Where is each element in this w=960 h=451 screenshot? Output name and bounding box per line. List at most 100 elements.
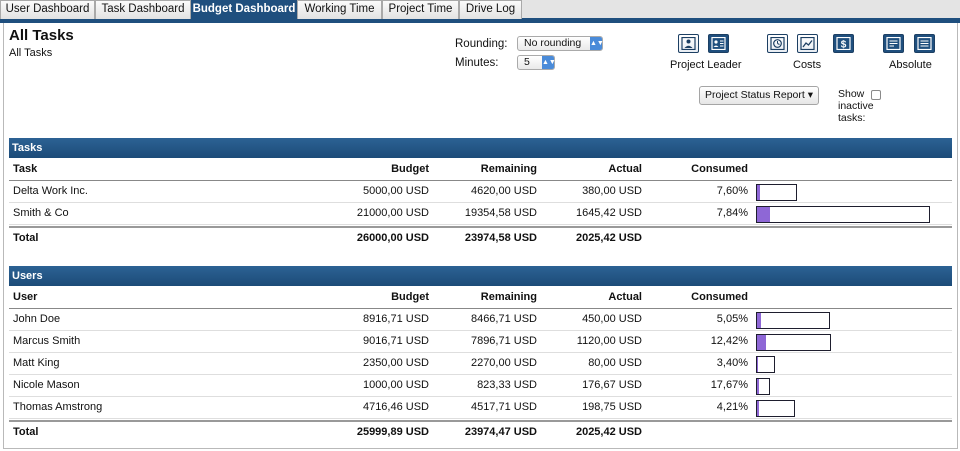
user-name: Nicole Mason [13, 379, 80, 391]
person-icon [681, 37, 696, 50]
users-header-row: User Budget Remaining Actual Consumed [9, 287, 952, 309]
consumed-progress-fill [757, 207, 770, 222]
page-title: All Tasks [9, 27, 74, 44]
tab-project-time[interactable]: Project Time [382, 0, 459, 19]
tasks-total-row: Total 26000,00 USD 23974,58 USD 2025,42 … [9, 226, 952, 248]
show-inactive-label: Show [838, 88, 865, 100]
table-row[interactable]: Matt King 2350,00 USD 2270,00 USD 80,00 … [9, 353, 952, 375]
user-name: John Doe [13, 313, 61, 325]
task-consumed: 7,84% [716, 207, 748, 219]
consumed-progress-bar [756, 378, 770, 395]
consumed-progress-bar [756, 184, 797, 201]
table-row[interactable]: Smith & Co 21000,00 USD 19354,58 USD 164… [9, 203, 952, 225]
col-actual-header: Actual [608, 163, 642, 175]
user-name: Thomas Amstrong [13, 401, 103, 413]
task-actual: 1645,42 USD [575, 207, 642, 219]
user-remaining: 4517,71 USD [470, 401, 537, 413]
select-arrows-icon: ▲▼ [542, 56, 556, 69]
user-consumed: 12,42% [710, 335, 748, 347]
col-budget-header: Budget [391, 291, 429, 303]
list-icon [917, 37, 932, 50]
rounding-select[interactable]: No rounding ▲▼ [517, 36, 604, 51]
users-section-header: Users [9, 266, 952, 286]
user-remaining: 7896,71 USD [470, 335, 537, 347]
col-remaining-header: Remaining [480, 163, 537, 175]
project-status-report-button[interactable]: Project Status Report ▾ [699, 86, 819, 105]
person-view-button[interactable] [678, 34, 699, 53]
user-consumed: 3,40% [716, 357, 748, 369]
consumed-progress-bar [756, 312, 830, 329]
show-inactive-checkbox[interactable] [871, 90, 881, 100]
consumed-progress-fill [757, 185, 760, 200]
time-view-button[interactable] [767, 34, 788, 53]
absolute-view-button[interactable] [883, 34, 904, 53]
user-consumed: 17,67% [710, 379, 748, 391]
table-row[interactable]: Thomas Amstrong 4716,46 USD 4517,71 USD … [9, 397, 952, 419]
task-budget: 21000,00 USD [356, 207, 429, 219]
user-remaining: 823,33 USD [477, 379, 537, 391]
document-icon [886, 37, 901, 50]
user-budget: 1000,00 USD [362, 379, 429, 391]
consumed-progress-bar [756, 206, 930, 223]
user-budget: 4716,46 USD [362, 401, 429, 413]
tasks-section-header: Tasks [9, 138, 952, 158]
table-row[interactable]: Delta Work Inc. 5000,00 USD 4620,00 USD … [9, 181, 952, 203]
col-user-header: User [13, 291, 38, 303]
consumed-progress-bar [756, 356, 775, 373]
consumed-progress-fill [757, 357, 758, 372]
contact-card-view-button[interactable] [708, 34, 729, 53]
user-remaining: 8466,71 USD [470, 313, 537, 325]
total-budget: 26000,00 USD [356, 232, 429, 244]
line-chart-icon [800, 37, 815, 50]
users-total-row: Total 25999,89 USD 23974,47 USD 2025,42 … [9, 420, 952, 442]
user-actual: 1120,00 USD [576, 335, 642, 347]
project-leader-label: Project Leader [670, 59, 742, 71]
svg-text:$: $ [841, 40, 847, 51]
tab-task-dashboard[interactable]: Task Dashboard [95, 0, 191, 19]
show-inactive-label-3: tasks: [838, 112, 866, 124]
user-name: Matt King [13, 357, 60, 369]
col-remaining-header: Remaining [480, 291, 537, 303]
absolute-label: Absolute [889, 59, 932, 71]
task-name: Delta Work Inc. [13, 185, 88, 197]
total-remaining: 23974,58 USD [464, 232, 537, 244]
user-consumed: 5,05% [716, 313, 748, 325]
user-actual: 198,75 USD [582, 401, 642, 413]
chart-view-button[interactable] [797, 34, 818, 53]
tab-working-time[interactable]: Working Time [297, 0, 382, 19]
consumed-progress-bar [756, 334, 831, 351]
task-name: Smith & Co [13, 207, 69, 219]
minutes-select-value: 5 [524, 56, 530, 68]
tab-drive-log[interactable]: Drive Log [459, 0, 522, 19]
total-label: Total [13, 426, 39, 438]
table-row[interactable]: Marcus Smith 9016,71 USD 7896,71 USD 112… [9, 331, 952, 353]
table-row[interactable]: John Doe 8916,71 USD 8466,71 USD 450,00 … [9, 309, 952, 331]
list-view-button[interactable] [914, 34, 935, 53]
col-consumed-header: Consumed [691, 163, 748, 175]
tab-user-dashboard[interactable]: User Dashboard [0, 0, 95, 19]
total-label: Total [13, 232, 39, 244]
tasks-header-row: Task Budget Remaining Actual Consumed [9, 159, 952, 181]
costs-label: Costs [793, 59, 822, 71]
user-budget: 2350,00 USD [362, 357, 429, 369]
tab-budget-dashboard[interactable]: Budget Dashboard [191, 0, 297, 19]
task-remaining: 19354,58 USD [464, 207, 537, 219]
minutes-select[interactable]: 5 ▲▼ [517, 55, 556, 70]
user-name: Marcus Smith [13, 335, 81, 347]
user-budget: 8916,71 USD [362, 313, 429, 325]
page-subtitle: All Tasks [9, 47, 53, 59]
total-actual: 2025,42 USD [575, 232, 642, 244]
clock-icon [770, 37, 785, 50]
consumed-progress-fill [757, 401, 759, 416]
col-actual-header: Actual [608, 291, 642, 303]
rounding-label: Rounding: [455, 38, 508, 50]
user-actual: 80,00 USD [588, 357, 642, 369]
col-budget-header: Budget [391, 163, 429, 175]
costs-view-button[interactable]: $ [833, 34, 854, 53]
task-consumed: 7,60% [716, 185, 748, 197]
minutes-label: Minutes: [455, 57, 499, 69]
user-remaining: 2270,00 USD [470, 357, 537, 369]
total-budget: 25999,89 USD [356, 426, 429, 438]
table-row[interactable]: Nicole Mason 1000,00 USD 823,33 USD 176,… [9, 375, 952, 397]
rounding-select-value: No rounding [524, 37, 582, 49]
